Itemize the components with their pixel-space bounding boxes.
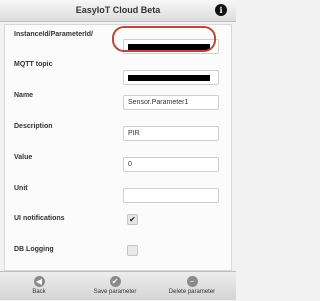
redacted-value: [128, 75, 210, 81]
save-parameter-label: Save parameter: [93, 289, 137, 295]
minus-icon: −: [186, 276, 198, 287]
bottom-toolbar: ◀ Back ✔ Save parameter − Delete paramet…: [0, 271, 236, 300]
ui-notifications-label: UI notifications: [14, 215, 65, 222]
name-label: Name: [14, 92, 34, 99]
app-header: EasyIoT Cloud Beta i: [0, 0, 236, 22]
ui-notifications-checkbox[interactable]: ✔: [127, 214, 138, 225]
parameter-form: InstanceId/ParameterId/ MQTT topic Name …: [4, 24, 232, 271]
instance-label: InstanceId/ParameterId/: [14, 31, 93, 38]
delete-parameter-label: Delete parameter: [168, 289, 216, 295]
description-label: Description: [14, 123, 53, 130]
highlight-circle: [112, 26, 216, 52]
save-parameter-button[interactable]: ✔ Save parameter: [90, 272, 140, 301]
check-icon: ✔: [109, 276, 121, 287]
db-logging-checkbox[interactable]: [127, 245, 138, 256]
name-input[interactable]: Sensor.Parameter1: [123, 95, 219, 110]
value-input[interactable]: 0: [123, 157, 219, 172]
value-label: Value: [14, 154, 33, 161]
mqtt-label: MQTT topic: [14, 61, 53, 68]
unit-input[interactable]: [123, 188, 219, 203]
back-button[interactable]: ◀ Back: [22, 272, 56, 301]
db-logging-label: DB Logging: [14, 246, 54, 253]
back-label: Back: [32, 289, 46, 295]
delete-parameter-button[interactable]: − Delete parameter: [164, 272, 220, 301]
description-input[interactable]: PIR: [123, 126, 219, 141]
app-title: EasyIoT Cloud Beta: [75, 5, 161, 15]
left-arrow-icon: ◀: [33, 276, 45, 287]
mqtt-topic-field[interactable]: [123, 70, 219, 85]
info-icon[interactable]: i: [215, 4, 227, 16]
unit-label: Unit: [14, 185, 28, 192]
